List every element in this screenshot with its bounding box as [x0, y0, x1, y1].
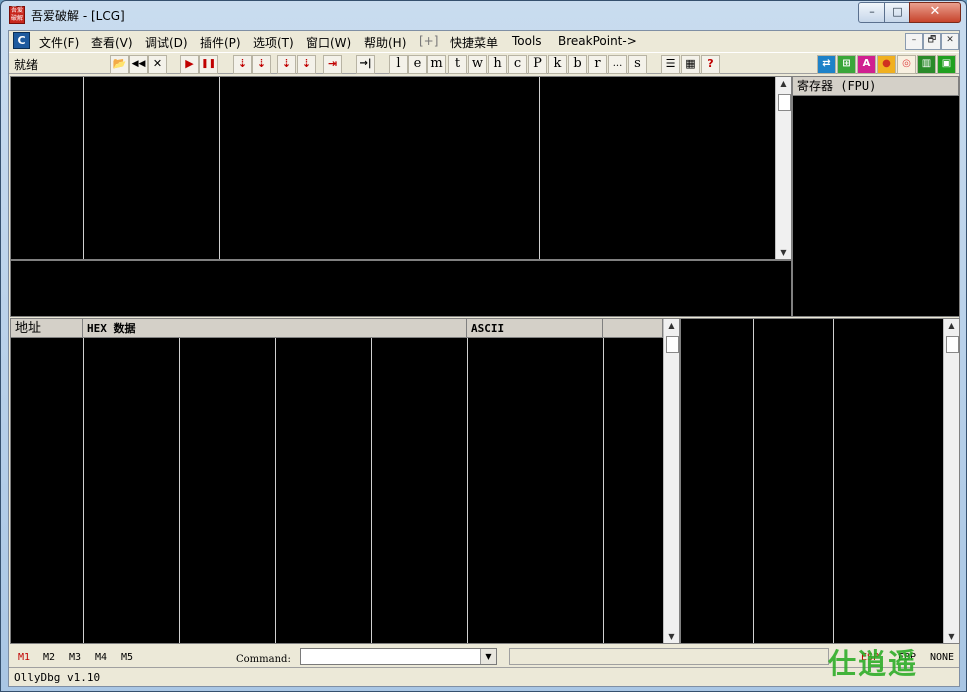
info-pane[interactable] — [10, 260, 792, 317]
cpu-window-button[interactable]: c — [508, 55, 527, 74]
status-ready: 就绪 — [14, 58, 39, 72]
call-stack-window-button[interactable]: k — [548, 55, 567, 74]
windows-window-button[interactable]: w — [468, 55, 487, 74]
command-output — [509, 648, 829, 665]
maximize-button[interactable]: □ — [884, 2, 911, 23]
breakpoints-window-button[interactable]: b — [568, 55, 587, 74]
scroll-thumb[interactable] — [778, 94, 791, 111]
window-title: 吾爱破解 - [LCG] — [31, 9, 125, 23]
client-area: C 文件(F) 查看(V) 调试(D) 插件(P) 选项(T) 窗口(W) 帮助… — [8, 30, 960, 687]
handles-window-button[interactable]: h — [488, 55, 507, 74]
log-window-button[interactable]: l — [389, 55, 408, 74]
mdi-restore-button[interactable]: 🗗 — [923, 33, 941, 50]
chevron-down-icon[interactable]: ▼ — [480, 649, 496, 664]
status-text: OllyDbg v1.10 — [14, 671, 101, 684]
dump-scrollbar[interactable]: ▲ ▼ — [663, 319, 679, 643]
menu-shortcuts[interactable]: 快捷菜单 — [450, 34, 498, 51]
caption-buttons: – □ ✕ — [858, 2, 961, 23]
stack-pane[interactable]: ▲ ▼ — [680, 318, 960, 644]
step-over-icon[interactable]: ⇣ — [252, 55, 271, 74]
app-icon: 吾爱破解 — [9, 6, 25, 24]
trace-over-icon[interactable]: ⇣ — [297, 55, 316, 74]
main-window: 吾爱破解 吾爱破解 - [LCG] – □ ✕ C 文件(F) 查看(V) 调试… — [0, 0, 967, 692]
patches-window-button[interactable]: P — [528, 55, 547, 74]
references-window-button[interactable]: r — [588, 55, 607, 74]
memory-tab-m3[interactable]: M3 — [69, 652, 81, 663]
menu-plus[interactable]: [+] — [419, 34, 438, 48]
stack-none-toggle[interactable]: NONE — [930, 652, 954, 663]
menu-help[interactable]: 帮助(H) — [364, 34, 406, 51]
plugin-target-icon[interactable]: ◎ — [897, 55, 916, 74]
plugin-screen-icon[interactable]: ▣ — [937, 55, 956, 74]
command-input[interactable]: ▼ — [300, 648, 497, 665]
scroll-up-icon[interactable]: ▲ — [776, 79, 791, 88]
memory-tab-m2[interactable]: M2 — [43, 652, 55, 663]
disassembly-pane[interactable]: ▲ ▼ — [10, 76, 792, 260]
run-trace-window-button[interactable]: ... — [608, 55, 627, 74]
cpu-window-icon[interactable]: C — [13, 32, 30, 49]
menu-bar: C 文件(F) 查看(V) 调试(D) 插件(P) 选项(T) 窗口(W) 帮助… — [9, 31, 959, 51]
appearance-icon[interactable]: ▦ — [681, 55, 700, 74]
list-icon[interactable]: ☰ — [661, 55, 680, 74]
source-window-button[interactable]: s — [628, 55, 647, 74]
scroll-up-icon[interactable]: ▲ — [944, 321, 959, 330]
scroll-up-icon[interactable]: ▲ — [664, 321, 679, 330]
watermark-logo: 仕逍遥 — [828, 647, 919, 680]
command-bar: M1 M2 M3 M4 M5 Command: ▼ ESP EBP NONE — [9, 644, 959, 666]
dump-header-hex[interactable]: HEX 数据 — [83, 319, 467, 338]
go-to-address-icon[interactable]: →| — [356, 55, 375, 74]
memory-window-button[interactable]: m — [427, 55, 446, 74]
modules-window-button[interactable]: e — [408, 55, 427, 74]
scroll-thumb[interactable] — [666, 336, 679, 353]
dump-header-address[interactable]: 地址 — [11, 319, 83, 338]
memory-tab-m4[interactable]: M4 — [95, 652, 107, 663]
close-button[interactable]: ✕ — [909, 2, 961, 23]
dump-header-ascii[interactable]: ASCII — [467, 319, 603, 338]
menu-plugins[interactable]: 插件(P) — [200, 34, 241, 51]
dump-pane[interactable]: 地址 HEX 数据 ASCII ▲ ▼ — [10, 318, 680, 644]
dump-header-blank — [603, 319, 663, 338]
memory-tab-m5[interactable]: M5 — [121, 652, 133, 663]
scroll-down-icon[interactable]: ▼ — [944, 632, 959, 641]
plugin-a-icon[interactable]: A — [857, 55, 876, 74]
status-bar: OllyDbg v1.10 — [9, 667, 959, 686]
trace-into-icon[interactable]: ⇣ — [277, 55, 296, 74]
plugin-grid-icon[interactable]: ⊞ — [837, 55, 856, 74]
menu-options[interactable]: 选项(T) — [253, 34, 294, 51]
threads-window-button[interactable]: t — [448, 55, 467, 74]
scroll-down-icon[interactable]: ▼ — [776, 248, 791, 257]
mdi-minimize-button[interactable]: – — [905, 33, 923, 50]
open-icon[interactable]: 📂 — [110, 55, 129, 74]
scroll-thumb[interactable] — [946, 336, 959, 353]
pause-icon[interactable]: ❚❚ — [199, 55, 218, 74]
stack-scrollbar[interactable]: ▲ ▼ — [943, 319, 959, 643]
scroll-down-icon[interactable]: ▼ — [664, 632, 679, 641]
plugin-swap-icon[interactable]: ⇄ — [817, 55, 836, 74]
plugin-record-icon[interactable]: ● — [877, 55, 896, 74]
menu-tools[interactable]: Tools — [512, 34, 542, 48]
minimize-button[interactable]: – — [858, 2, 886, 23]
menu-view[interactable]: 查看(V) — [91, 34, 133, 51]
mdi-close-button[interactable]: ✕ — [941, 33, 959, 50]
step-into-icon[interactable]: ⇣ — [233, 55, 252, 74]
run-icon[interactable]: ▶ — [180, 55, 199, 74]
memory-tab-m1[interactable]: M1 — [18, 652, 30, 663]
help-icon[interactable]: ? — [701, 55, 720, 74]
execute-till-return-icon[interactable]: ⇥ — [323, 55, 342, 74]
menu-debug[interactable]: 调试(D) — [145, 34, 188, 51]
registers-header[interactable]: 寄存器 (FPU) — [793, 77, 959, 96]
menu-file[interactable]: 文件(F) — [39, 34, 79, 51]
menu-breakpoint[interactable]: BreakPoint-> — [558, 34, 637, 48]
restart-icon[interactable]: ◀◀ — [129, 55, 148, 74]
close-program-icon[interactable]: ✕ — [148, 55, 167, 74]
menu-window[interactable]: 窗口(W) — [306, 34, 351, 51]
disassembly-scrollbar[interactable]: ▲ ▼ — [775, 77, 791, 259]
command-label: Command: — [236, 654, 291, 665]
plugin-bars-icon[interactable]: ▥ — [917, 55, 936, 74]
registers-pane[interactable]: 寄存器 (FPU) — [792, 76, 960, 317]
toolbar: 就绪 📂 ◀◀ ✕ ▶ ❚❚ ⇣ ⇣ ⇣ ⇣ ⇥ →| l e m t w h … — [9, 52, 959, 74]
